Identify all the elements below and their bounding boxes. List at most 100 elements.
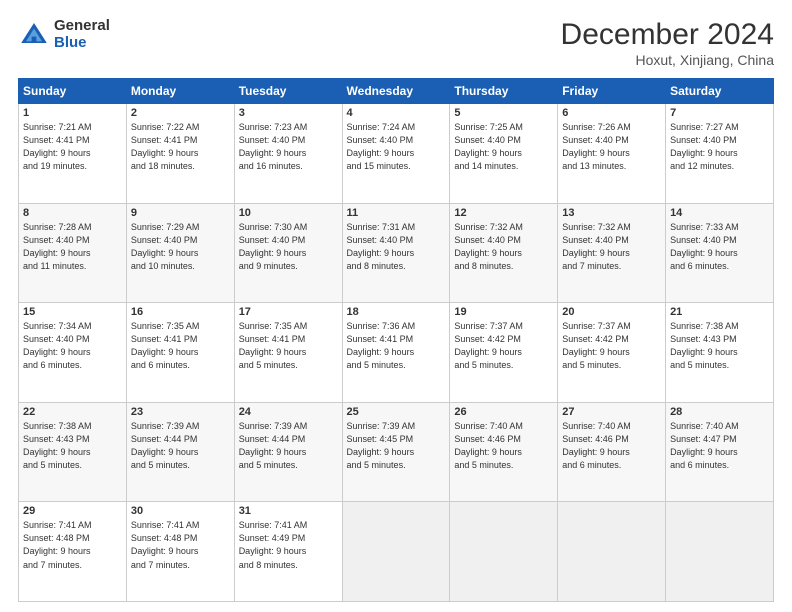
day-cell: 9 Sunrise: 7:29 AM Sunset: 4:40 PM Daylig… xyxy=(126,203,234,303)
day-detail: Sunrise: 7:22 AM Sunset: 4:41 PM Dayligh… xyxy=(131,121,230,173)
logo: General Blue xyxy=(18,18,110,51)
day-detail: Sunrise: 7:35 AM Sunset: 4:41 PM Dayligh… xyxy=(239,320,338,372)
day-detail: Sunrise: 7:27 AM Sunset: 4:40 PM Dayligh… xyxy=(670,121,769,173)
day-detail: Sunrise: 7:26 AM Sunset: 4:40 PM Dayligh… xyxy=(562,121,661,173)
day-number: 4 xyxy=(347,107,446,119)
day-number: 24 xyxy=(239,406,338,418)
day-detail: Sunrise: 7:32 AM Sunset: 4:40 PM Dayligh… xyxy=(562,221,661,273)
day-cell: 19Sunrise: 7:37 AM Sunset: 4:42 PM Dayli… xyxy=(450,303,558,403)
logo-icon xyxy=(18,19,50,51)
calendar-body: 1Sunrise: 7:21 AM Sunset: 4:41 PM Daylig… xyxy=(19,104,774,602)
day-number: 15 xyxy=(23,306,122,318)
header: General Blue December 2024 Hoxut, Xinjia… xyxy=(18,18,774,68)
day-cell: 31 Sunrise: 7:41 AM Sunset: 4:49 PM Dayli… xyxy=(234,502,342,602)
calendar-table: SundayMondayTuesdayWednesdayThursdayFrid… xyxy=(18,78,774,602)
week-row-1: 1Sunrise: 7:21 AM Sunset: 4:41 PM Daylig… xyxy=(19,104,774,204)
day-cell: 21 Sunrise: 7:38 AM Sunset: 4:43 PM Dayli… xyxy=(666,303,774,403)
day-number: 14 xyxy=(670,207,769,219)
day-number: 6 xyxy=(562,107,661,119)
day-number: 9 xyxy=(131,207,230,219)
day-cell: 13Sunrise: 7:32 AM Sunset: 4:40 PM Dayli… xyxy=(558,203,666,303)
day-cell: 22 Sunrise: 7:38 AM Sunset: 4:43 PM Dayli… xyxy=(19,402,127,502)
day-number: 22 xyxy=(23,406,122,418)
day-cell: 2 Sunrise: 7:22 AM Sunset: 4:41 PM Daylig… xyxy=(126,104,234,204)
day-detail: Sunrise: 7:29 AM Sunset: 4:40 PM Dayligh… xyxy=(131,221,230,273)
day-number: 20 xyxy=(562,306,661,318)
day-number: 19 xyxy=(454,306,553,318)
day-number: 17 xyxy=(239,306,338,318)
day-detail: Sunrise: 7:41 AM Sunset: 4:48 PM Dayligh… xyxy=(131,519,230,571)
day-number: 8 xyxy=(23,207,122,219)
day-number: 10 xyxy=(239,207,338,219)
weekday-header-friday: Friday xyxy=(558,79,666,104)
day-cell: 6 Sunrise: 7:26 AM Sunset: 4:40 PM Daylig… xyxy=(558,104,666,204)
month-title: December 2024 xyxy=(561,18,774,52)
day-cell: 16 Sunrise: 7:35 AM Sunset: 4:41 PM Dayli… xyxy=(126,303,234,403)
day-detail: Sunrise: 7:38 AM Sunset: 4:43 PM Dayligh… xyxy=(23,420,122,472)
weekday-header-tuesday: Tuesday xyxy=(234,79,342,104)
day-number: 23 xyxy=(131,406,230,418)
day-number: 28 xyxy=(670,406,769,418)
day-cell: 18 Sunrise: 7:36 AM Sunset: 4:41 PM Dayli… xyxy=(342,303,450,403)
day-cell: 3Sunrise: 7:23 AM Sunset: 4:40 PM Daylig… xyxy=(234,104,342,204)
day-detail: Sunrise: 7:38 AM Sunset: 4:43 PM Dayligh… xyxy=(670,320,769,372)
day-cell: 15Sunrise: 7:34 AM Sunset: 4:40 PM Dayli… xyxy=(19,303,127,403)
day-number: 12 xyxy=(454,207,553,219)
weekday-header-wednesday: Wednesday xyxy=(342,79,450,104)
week-row-5: 29 Sunrise: 7:41 AM Sunset: 4:48 PM Dayli… xyxy=(19,502,774,602)
day-detail: Sunrise: 7:28 AM Sunset: 4:40 PM Dayligh… xyxy=(23,221,122,273)
day-cell: 8 Sunrise: 7:28 AM Sunset: 4:40 PM Daylig… xyxy=(19,203,127,303)
day-cell: 25Sunrise: 7:39 AM Sunset: 4:45 PM Dayli… xyxy=(342,402,450,502)
weekday-header-row: SundayMondayTuesdayWednesdayThursdayFrid… xyxy=(19,79,774,104)
day-cell: 29 Sunrise: 7:41 AM Sunset: 4:48 PM Dayli… xyxy=(19,502,127,602)
day-cell: 23 Sunrise: 7:39 AM Sunset: 4:44 PM Dayli… xyxy=(126,402,234,502)
day-cell xyxy=(450,502,558,602)
day-cell: 5 Sunrise: 7:25 AM Sunset: 4:40 PM Daylig… xyxy=(450,104,558,204)
logo-text: General Blue xyxy=(54,18,110,51)
day-cell: 27 Sunrise: 7:40 AM Sunset: 4:46 PM Dayli… xyxy=(558,402,666,502)
day-detail: Sunrise: 7:37 AM Sunset: 4:42 PM Dayligh… xyxy=(562,320,661,372)
day-number: 30 xyxy=(131,505,230,517)
day-number: 31 xyxy=(239,505,338,517)
day-detail: Sunrise: 7:24 AM Sunset: 4:40 PM Dayligh… xyxy=(347,121,446,173)
day-number: 29 xyxy=(23,505,122,517)
page: General Blue December 2024 Hoxut, Xinjia… xyxy=(0,0,792,612)
day-detail: Sunrise: 7:35 AM Sunset: 4:41 PM Dayligh… xyxy=(131,320,230,372)
day-detail: Sunrise: 7:41 AM Sunset: 4:49 PM Dayligh… xyxy=(239,519,338,571)
weekday-header-saturday: Saturday xyxy=(666,79,774,104)
day-cell: 11Sunrise: 7:31 AM Sunset: 4:40 PM Dayli… xyxy=(342,203,450,303)
week-row-4: 22 Sunrise: 7:38 AM Sunset: 4:43 PM Dayli… xyxy=(19,402,774,502)
day-detail: Sunrise: 7:30 AM Sunset: 4:40 PM Dayligh… xyxy=(239,221,338,273)
day-number: 16 xyxy=(131,306,230,318)
day-cell: 7Sunrise: 7:27 AM Sunset: 4:40 PM Daylig… xyxy=(666,104,774,204)
day-cell: 10 Sunrise: 7:30 AM Sunset: 4:40 PM Dayli… xyxy=(234,203,342,303)
day-number: 3 xyxy=(239,107,338,119)
day-number: 27 xyxy=(562,406,661,418)
day-cell: 12 Sunrise: 7:32 AM Sunset: 4:40 PM Dayli… xyxy=(450,203,558,303)
day-cell: 17 Sunrise: 7:35 AM Sunset: 4:41 PM Dayli… xyxy=(234,303,342,403)
week-row-2: 8 Sunrise: 7:28 AM Sunset: 4:40 PM Daylig… xyxy=(19,203,774,303)
day-cell xyxy=(342,502,450,602)
weekday-header-monday: Monday xyxy=(126,79,234,104)
logo-general-text: General xyxy=(54,18,110,35)
day-number: 11 xyxy=(347,207,446,219)
day-detail: Sunrise: 7:32 AM Sunset: 4:40 PM Dayligh… xyxy=(454,221,553,273)
day-number: 18 xyxy=(347,306,446,318)
day-cell: 26Sunrise: 7:40 AM Sunset: 4:46 PM Dayli… xyxy=(450,402,558,502)
weekday-header-sunday: Sunday xyxy=(19,79,127,104)
day-detail: Sunrise: 7:41 AM Sunset: 4:48 PM Dayligh… xyxy=(23,519,122,571)
day-cell: 4 Sunrise: 7:24 AM Sunset: 4:40 PM Daylig… xyxy=(342,104,450,204)
day-number: 21 xyxy=(670,306,769,318)
week-row-3: 15Sunrise: 7:34 AM Sunset: 4:40 PM Dayli… xyxy=(19,303,774,403)
day-cell: 24Sunrise: 7:39 AM Sunset: 4:44 PM Dayli… xyxy=(234,402,342,502)
day-detail: Sunrise: 7:21 AM Sunset: 4:41 PM Dayligh… xyxy=(23,121,122,173)
location-title: Hoxut, Xinjiang, China xyxy=(561,52,774,68)
day-detail: Sunrise: 7:39 AM Sunset: 4:44 PM Dayligh… xyxy=(131,420,230,472)
day-cell xyxy=(666,502,774,602)
day-detail: Sunrise: 7:36 AM Sunset: 4:41 PM Dayligh… xyxy=(347,320,446,372)
day-detail: Sunrise: 7:25 AM Sunset: 4:40 PM Dayligh… xyxy=(454,121,553,173)
day-number: 2 xyxy=(131,107,230,119)
day-number: 25 xyxy=(347,406,446,418)
day-detail: Sunrise: 7:40 AM Sunset: 4:46 PM Dayligh… xyxy=(562,420,661,472)
day-number: 5 xyxy=(454,107,553,119)
